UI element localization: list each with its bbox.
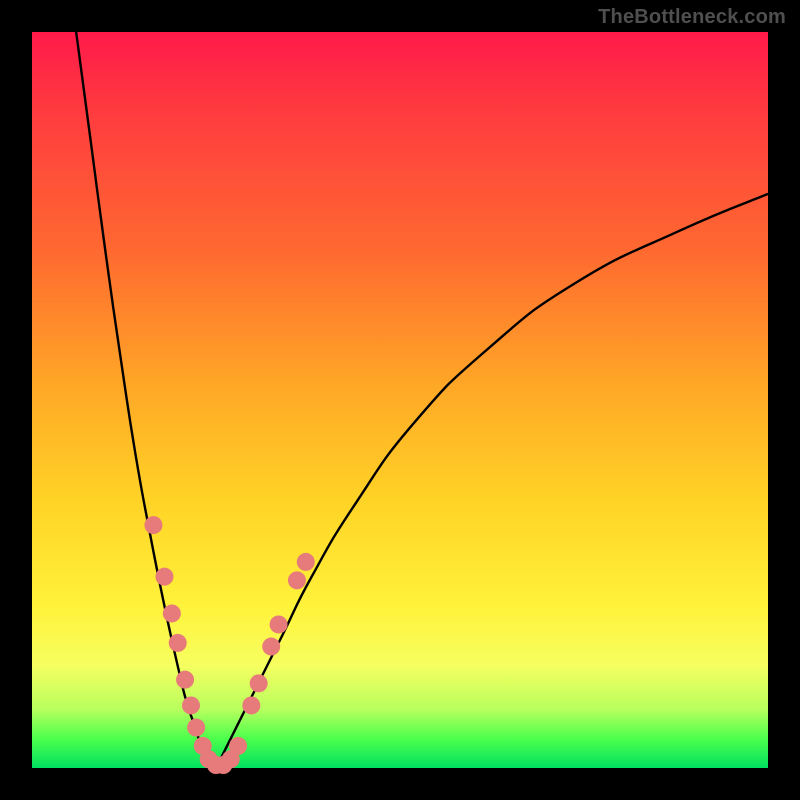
plot-area: [32, 32, 768, 768]
data-marker: [297, 553, 315, 571]
data-marker: [262, 638, 280, 656]
curve-left-branch: [76, 32, 216, 768]
chart-svg: [32, 32, 768, 768]
data-marker: [182, 696, 200, 714]
chart-frame: TheBottleneck.com: [0, 0, 800, 800]
watermark-text: TheBottleneck.com: [598, 6, 786, 29]
data-marker: [176, 671, 194, 689]
marker-layer: [144, 516, 314, 774]
data-marker: [250, 674, 268, 692]
curve-right-branch: [216, 194, 768, 768]
data-marker: [155, 568, 173, 586]
data-marker: [288, 571, 306, 589]
data-marker: [270, 615, 288, 633]
curve-layer: [76, 32, 768, 768]
data-marker: [187, 719, 205, 737]
data-marker: [144, 516, 162, 534]
data-marker: [163, 604, 181, 622]
data-marker: [229, 737, 247, 755]
data-marker: [169, 634, 187, 652]
data-marker: [242, 696, 260, 714]
